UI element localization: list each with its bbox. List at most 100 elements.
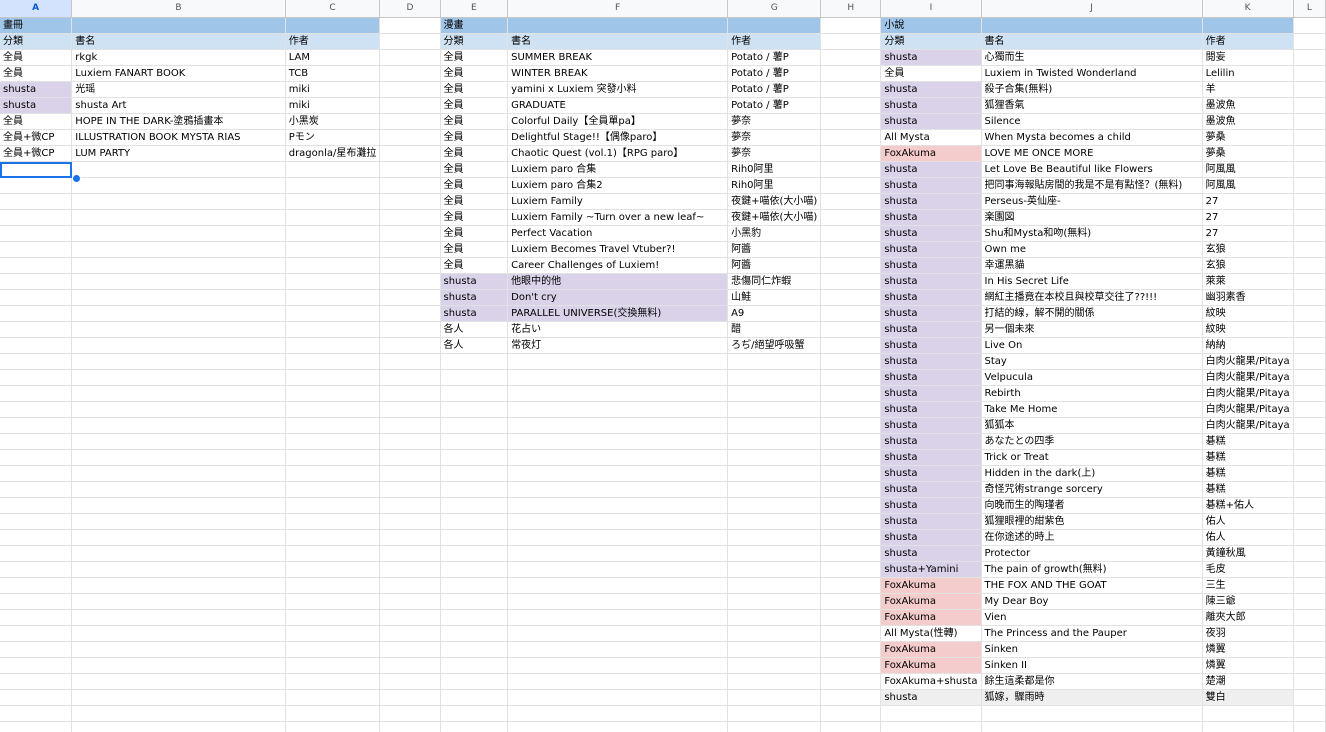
cell-g12[interactable]: 夜鍵+喵依(大小喵) — [727, 193, 822, 210]
cell-f18[interactable]: Don't cry — [507, 289, 729, 306]
cell-i14[interactable]: shusta — [880, 225, 982, 242]
cell-l27[interactable] — [1293, 433, 1326, 450]
cell-c18[interactable] — [285, 289, 381, 306]
cell-g11[interactable]: Rih0阿里 — [727, 177, 822, 194]
cell-a36[interactable] — [0, 577, 73, 594]
cell-g28[interactable] — [727, 449, 822, 466]
cell-i20[interactable]: shusta — [880, 321, 982, 338]
cell-f45[interactable] — [507, 721, 729, 732]
cell-j11[interactable]: 把同事海報貼房間的我是不是有點怪？(無料) — [981, 177, 1203, 194]
cell-f1[interactable] — [507, 17, 729, 34]
cell-b16[interactable] — [71, 257, 286, 274]
cell-e41[interactable] — [440, 657, 509, 674]
cell-i8[interactable]: All Mysta — [880, 129, 982, 146]
cell-d35[interactable] — [379, 561, 441, 578]
cell-j17[interactable]: In His Secret Life — [981, 273, 1203, 290]
cell-k35[interactable]: 毛皮 — [1202, 561, 1294, 578]
cell-f37[interactable] — [507, 593, 729, 610]
cell-j39[interactable]: The Princess and the Pauper — [981, 625, 1203, 642]
cell-h6[interactable] — [820, 97, 882, 114]
cell-k39[interactable]: 夜羽 — [1202, 625, 1294, 642]
cell-a25[interactable] — [0, 401, 73, 418]
cell-c39[interactable] — [285, 625, 381, 642]
cell-k23[interactable]: 白肉火龍果/Pitaya — [1202, 369, 1294, 386]
cell-j43[interactable]: 狐嫁，驟雨時 — [981, 689, 1203, 706]
cell-b22[interactable] — [71, 353, 286, 370]
cell-j27[interactable]: あなたとの四季 — [981, 433, 1203, 450]
cell-k43[interactable]: 雙白 — [1202, 689, 1294, 706]
cell-f5[interactable]: yamini x Luxiem 突發小料 — [507, 81, 729, 98]
cell-d45[interactable] — [379, 721, 441, 732]
cell-c11[interactable] — [285, 177, 381, 194]
cell-d42[interactable] — [379, 673, 441, 690]
cell-f11[interactable]: Luxiem paro 合集2 — [507, 177, 729, 194]
cell-c35[interactable] — [285, 561, 381, 578]
cell-g29[interactable] — [727, 465, 822, 482]
cell-h16[interactable] — [820, 257, 882, 274]
cell-j33[interactable]: 在你途述的時上 — [981, 529, 1203, 546]
cell-e37[interactable] — [440, 593, 509, 610]
cell-d7[interactable] — [379, 113, 441, 130]
cell-a39[interactable] — [0, 625, 73, 642]
cell-e40[interactable] — [440, 641, 509, 658]
cell-j1[interactable] — [981, 17, 1203, 34]
cell-h14[interactable] — [820, 225, 882, 242]
cell-a7[interactable]: 全員 — [0, 113, 73, 130]
cell-l29[interactable] — [1293, 465, 1326, 482]
cell-c13[interactable] — [285, 209, 381, 226]
cell-l1[interactable] — [1293, 17, 1326, 34]
cell-i35[interactable]: shusta+Yamini — [880, 561, 982, 578]
cell-d8[interactable] — [379, 129, 441, 146]
cell-c25[interactable] — [285, 401, 381, 418]
cell-g21[interactable]: ろぢ/絕望呼吸蟹 — [727, 337, 822, 354]
cell-f34[interactable] — [507, 545, 729, 562]
cell-k20[interactable]: 紋映 — [1202, 321, 1294, 338]
cell-k32[interactable]: 佑人 — [1202, 513, 1294, 530]
cell-e22[interactable] — [440, 353, 509, 370]
cell-f23[interactable] — [507, 369, 729, 386]
cell-g35[interactable] — [727, 561, 822, 578]
column-header-c[interactable]: C — [285, 0, 381, 18]
cell-k36[interactable]: 三生 — [1202, 577, 1294, 594]
cell-l2[interactable] — [1293, 33, 1326, 50]
cell-e5[interactable]: 全員 — [440, 81, 509, 98]
cell-h3[interactable] — [820, 49, 882, 66]
cell-f3[interactable]: SUMMER BREAK — [507, 49, 729, 66]
cell-l24[interactable] — [1293, 385, 1326, 402]
cell-a6[interactable]: shusta — [0, 97, 73, 114]
cell-b40[interactable] — [71, 641, 286, 658]
cell-c32[interactable] — [285, 513, 381, 530]
cell-a21[interactable] — [0, 337, 73, 354]
cell-h30[interactable] — [820, 481, 882, 498]
section-title[interactable]: 畫冊 — [0, 17, 73, 34]
cell-g9[interactable]: 夢奈 — [727, 145, 822, 162]
cell-l26[interactable] — [1293, 417, 1326, 434]
cell-l32[interactable] — [1293, 513, 1326, 530]
cell-k21[interactable]: 納納 — [1202, 337, 1294, 354]
cell-a4[interactable]: 全員 — [0, 65, 73, 82]
cell-e43[interactable] — [440, 689, 509, 706]
cell-k30[interactable]: 碁糕 — [1202, 481, 1294, 498]
cell-e30[interactable] — [440, 481, 509, 498]
cell-k7[interactable]: 墨波魚 — [1202, 113, 1294, 130]
cell-h40[interactable] — [820, 641, 882, 658]
cell-c21[interactable] — [285, 337, 381, 354]
cell-h20[interactable] — [820, 321, 882, 338]
cell-i11[interactable]: shusta — [880, 177, 982, 194]
cell-c28[interactable] — [285, 449, 381, 466]
cell-l18[interactable] — [1293, 289, 1326, 306]
cell-a29[interactable] — [0, 465, 73, 482]
cell-j28[interactable]: Trick or Treat — [981, 449, 1203, 466]
cell-b13[interactable] — [71, 209, 286, 226]
cell-j32[interactable]: 狐狸眼裡的紺紫色 — [981, 513, 1203, 530]
cell-b31[interactable] — [71, 497, 286, 514]
cell-b25[interactable] — [71, 401, 286, 418]
cell-l21[interactable] — [1293, 337, 1326, 354]
column-label[interactable]: 作者 — [1202, 33, 1294, 50]
cell-i3[interactable]: shusta — [880, 49, 982, 66]
cell-c3[interactable]: LAM — [285, 49, 381, 66]
cell-c24[interactable] — [285, 385, 381, 402]
cell-a33[interactable] — [0, 529, 73, 546]
cell-j25[interactable]: Take Me Home — [981, 401, 1203, 418]
cell-a38[interactable] — [0, 609, 73, 626]
